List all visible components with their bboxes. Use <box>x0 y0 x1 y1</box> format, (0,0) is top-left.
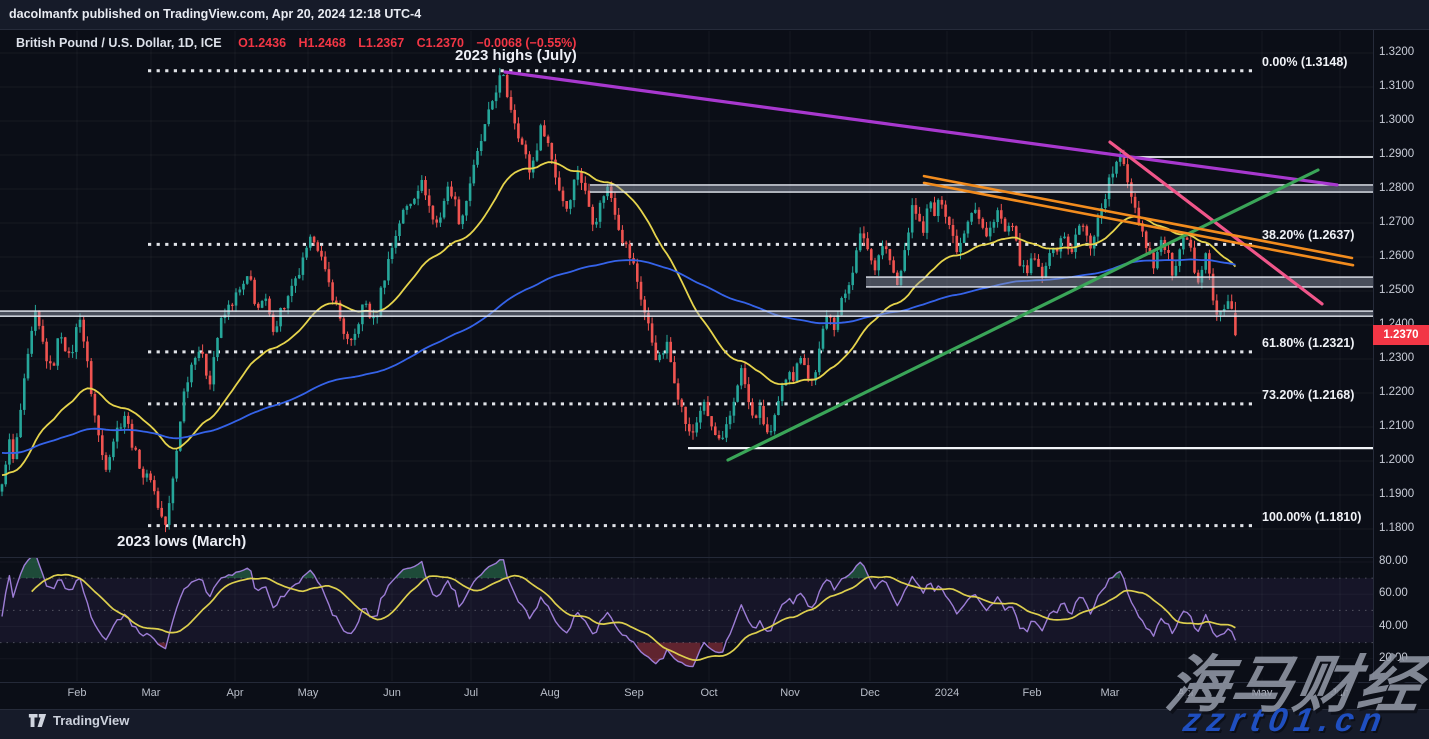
chart-canvas[interactable] <box>0 31 1372 681</box>
price-axis-label: 1.2700 <box>1379 216 1414 228</box>
time-axis-label: Jul <box>451 687 491 699</box>
time-axis-label: May <box>288 687 328 699</box>
watermark-domain: zzrt01.cn <box>1181 701 1392 739</box>
annotation-2023-lows: 2023 lows (March) <box>117 533 246 550</box>
time-axis-label: Nov <box>770 687 810 699</box>
tradingview-logo-icon <box>28 713 47 728</box>
price-axis-label: 1.2300 <box>1379 352 1414 364</box>
tradingview-logo[interactable]: TradingView <box>28 713 129 728</box>
time-axis-label: Jun <box>372 687 412 699</box>
rsi-axis-label: 60.00 <box>1379 587 1408 599</box>
ohlc-high: H1.2468 <box>299 36 346 50</box>
time-axis-label: Feb <box>57 687 97 699</box>
time-axis-label: Oct <box>689 687 729 699</box>
time-axis-label: Dec <box>850 687 890 699</box>
price-axis-label: 1.2200 <box>1379 386 1414 398</box>
symbol-title: British Pound / U.S. Dollar, 1D, ICE <box>16 36 222 50</box>
price-axis-label: 1.2500 <box>1379 284 1414 296</box>
publisher-bar: dacolmanfx published on TradingView.com,… <box>0 0 1429 30</box>
ohlc-close: C1.2370 <box>417 36 464 50</box>
fib-level-label: 0.00% (1.3148) <box>1262 55 1347 69</box>
rsi-axis-label: 40.00 <box>1379 620 1408 632</box>
time-axis-label: Feb <box>1012 687 1052 699</box>
price-axis-label: 1.2900 <box>1379 148 1414 160</box>
price-axis-label: 1.2800 <box>1379 182 1414 194</box>
price-axis-label: 1.1900 <box>1379 488 1414 500</box>
price-axis-label: 1.3200 <box>1379 46 1414 58</box>
time-axis-label: Mar <box>1090 687 1130 699</box>
time-axis-label: Sep <box>614 687 654 699</box>
pane-divider[interactable] <box>0 557 1373 558</box>
price-axis-label: 1.2000 <box>1379 454 1414 466</box>
ohlc-low: L1.2367 <box>358 36 404 50</box>
price-axis-label: 1.2600 <box>1379 250 1414 262</box>
ohlc-change: −0.0068 (−0.55%) <box>476 36 576 50</box>
price-axis-label: 1.2100 <box>1379 420 1414 432</box>
fib-level-label: 73.20% (1.2168) <box>1262 388 1354 402</box>
publisher-text: dacolmanfx published on TradingView.com,… <box>9 7 421 21</box>
fib-level-label: 38.20% (1.2637) <box>1262 228 1354 242</box>
price-axis-label: 1.1800 <box>1379 522 1414 534</box>
price-axis-label: 1.3000 <box>1379 114 1414 126</box>
time-axis-label: Aug <box>530 687 570 699</box>
rsi-axis-label: 80.00 <box>1379 555 1408 567</box>
tradingview-logo-text: TradingView <box>53 713 129 728</box>
time-axis-label: 2024 <box>927 687 967 699</box>
symbol-ohlc-row: British Pound / U.S. Dollar, 1D, ICE O1.… <box>16 36 576 50</box>
price-axis-label: 1.3100 <box>1379 80 1414 92</box>
time-axis-label: Apr <box>215 687 255 699</box>
fib-level-label: 100.00% (1.1810) <box>1262 510 1361 524</box>
ohlc-open: O1.2436 <box>238 36 286 50</box>
fib-level-label: 61.80% (1.2321) <box>1262 336 1354 350</box>
time-axis-label: Mar <box>131 687 171 699</box>
last-price-badge: 1.2370 <box>1373 325 1429 345</box>
tradingview-snapshot: dacolmanfx published on TradingView.com,… <box>0 0 1429 739</box>
